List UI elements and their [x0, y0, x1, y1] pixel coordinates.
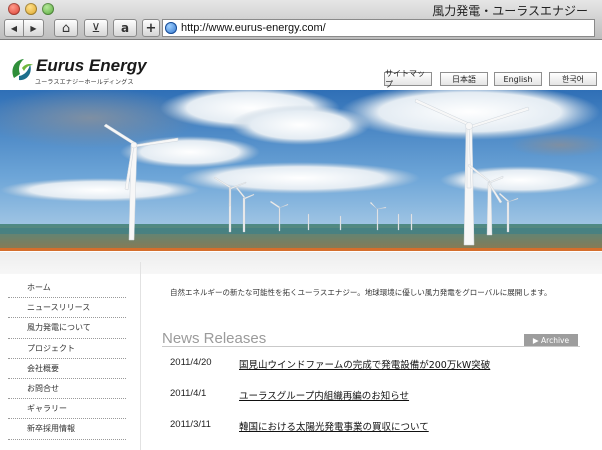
- sidebar-nav: ホーム ニュースリリース 風力発電について プロジェクト 会社概要 お問合せ ギ…: [8, 278, 126, 440]
- amazon-icon: a: [120, 21, 130, 35]
- news-heading-rule: [162, 346, 580, 347]
- intro-text: 自然エネルギーの新たな可能性を拓くユーラスエナジー。地球環境に優しい風力発電をグ…: [170, 288, 552, 297]
- header-accent-line: [0, 248, 602, 251]
- close-window-button[interactable]: [8, 3, 20, 15]
- wind-farm-image: [0, 90, 602, 250]
- archive-button[interactable]: ▶ Archive: [524, 334, 578, 346]
- news-date: 2011/4/1: [170, 388, 207, 399]
- news-releases-heading: News Releases: [162, 330, 267, 347]
- back-arrow-icon: ◀: [10, 23, 18, 33]
- add-tab-button[interactable]: +: [142, 19, 160, 37]
- browser-toolbar: 風力発電・ユーラスエナジー ◀ ▶ ⌂ ⊻ a + http://www.eur…: [0, 0, 602, 40]
- japanese-link[interactable]: 日本語: [440, 72, 488, 86]
- sitemap-link[interactable]: サイトマップ: [384, 69, 432, 89]
- plus-icon: +: [145, 20, 157, 36]
- sidebar-divider: [140, 262, 141, 450]
- news-title-link[interactable]: 韓国における太陽光発電事業の買収について: [239, 419, 429, 433]
- english-link[interactable]: English: [494, 72, 542, 86]
- home-icon: ⌂: [61, 20, 71, 36]
- sidebar-item-news-releases[interactable]: ニュースリリース: [8, 298, 126, 319]
- site-header: Eurus Energy ユーラスエナジーホールディングス サイトマップ 日本語…: [0, 41, 602, 90]
- home-button[interactable]: ⌂: [54, 19, 78, 37]
- news-date: 2011/4/20: [170, 357, 212, 368]
- logo-name: Eurus Energy: [36, 56, 147, 75]
- eurus-swirl-icon: [12, 59, 33, 81]
- back-button[interactable]: ◀: [4, 19, 24, 37]
- address-url: http://www.eurus-energy.com/: [181, 22, 326, 34]
- content-top-band: [0, 252, 602, 274]
- add-bookmark-button[interactable]: ⊻: [84, 19, 108, 37]
- site-logo[interactable]: Eurus Energy ユーラスエナジーホールディングス: [10, 56, 150, 88]
- amazon-button[interactable]: a: [113, 19, 137, 37]
- korean-link[interactable]: 한국어: [549, 72, 597, 86]
- logo-subtitle: ユーラスエナジーホールディングス: [35, 79, 134, 86]
- hero-banner: [0, 90, 602, 250]
- window-title: 風力発電・ユーラスエナジー: [432, 4, 588, 18]
- forward-button[interactable]: ▶: [23, 19, 44, 37]
- zoom-window-button[interactable]: [42, 3, 54, 15]
- bookmark-tray-icon: ⊻: [91, 21, 101, 35]
- sidebar-item-company[interactable]: 会社概要: [8, 359, 126, 379]
- forward-arrow-icon: ▶: [30, 23, 37, 33]
- news-date: 2011/3/11: [170, 419, 211, 430]
- sidebar-item-recruiting[interactable]: 新卒採用情報: [8, 419, 126, 440]
- sidebar-item-home[interactable]: ホーム: [8, 278, 126, 299]
- globe-icon: [165, 22, 177, 34]
- sidebar-item-contact[interactable]: お問合せ: [8, 379, 126, 400]
- minimize-window-button[interactable]: [25, 3, 37, 15]
- news-title-link[interactable]: ユーラスグループ内組織再編のお知らせ: [239, 388, 409, 402]
- address-bar[interactable]: http://www.eurus-energy.com/: [162, 19, 595, 37]
- news-title-link[interactable]: 国見山ウインドファームの完成で発電設備が200万kW突破: [239, 357, 490, 371]
- sidebar-item-projects[interactable]: プロジェクト: [8, 339, 126, 359]
- sidebar-item-about-wind-power[interactable]: 風力発電について: [8, 318, 126, 339]
- sidebar-item-gallery[interactable]: ギャラリー: [8, 399, 126, 420]
